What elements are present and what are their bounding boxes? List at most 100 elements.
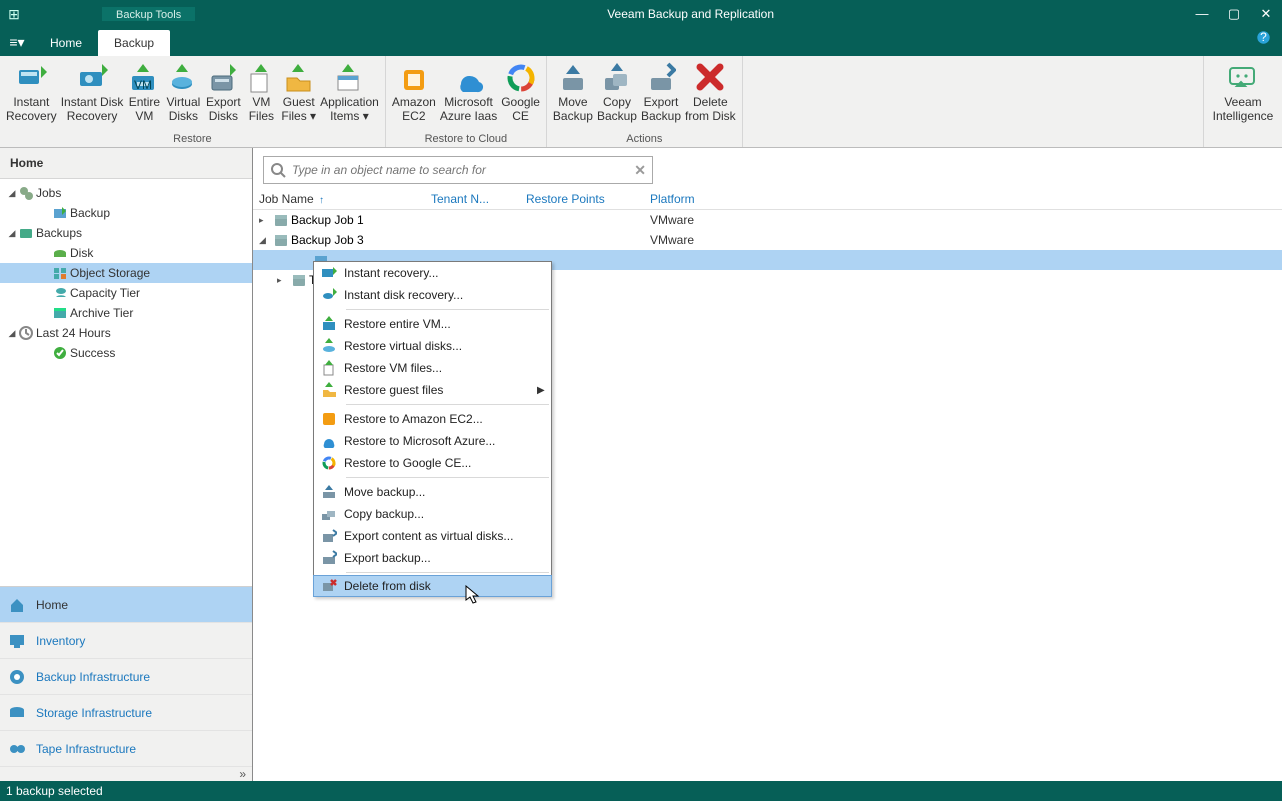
nav-panel-backup_infra[interactable]: Backup Infrastructure	[0, 659, 252, 695]
google-ce-button[interactable]: GoogleCE	[499, 58, 542, 133]
nav-panel-label: Backup Infrastructure	[36, 670, 150, 684]
menu-item-instant-disk-recovery[interactable]: Instant disk recovery...	[314, 284, 551, 306]
maximize-button[interactable]: ▢	[1218, 0, 1250, 28]
qat-icon[interactable]: ⊞	[0, 2, 28, 26]
copy-backup-button[interactable]: CopyBackup	[595, 58, 639, 133]
menu-item-restore-virtual-disks[interactable]: Restore virtual disks...	[314, 335, 551, 357]
instant-recovery-icon	[15, 62, 47, 94]
col-tenant[interactable]: Tenant N...	[431, 192, 526, 206]
tree-item-jobs[interactable]: ◢Jobs	[0, 183, 252, 203]
tree-label: Backups	[36, 226, 82, 240]
idisk-icon	[314, 284, 344, 306]
nav-tree[interactable]: ◢JobsBackup◢BackupsDisk Object Storage Cap…	[0, 179, 252, 586]
tree-label: Archive Tier	[70, 306, 133, 320]
instant-recovery-button[interactable]: InstantRecovery	[4, 58, 59, 133]
instant-disk-recovery-button[interactable]: Instant DiskRecovery	[59, 58, 126, 133]
menu-item-restore-to-amazon-ec[interactable]: Restore to Amazon EC2...	[314, 408, 551, 430]
azure-iaas-icon	[453, 62, 485, 94]
menu-item-restore-to-microsoft-azure[interactable]: Restore to Microsoft Azure...	[314, 430, 551, 452]
capacity-icon	[52, 285, 70, 301]
entire-vm-button[interactable]: VM EntireVM	[125, 58, 163, 133]
sort-asc-icon: ↑	[319, 195, 324, 206]
move-backup-button[interactable]: MoveBackup	[551, 58, 595, 133]
nav-panel-tape_infra[interactable]: Tape Infrastructure	[0, 731, 252, 767]
tree-item-object-storage[interactable]: Object Storage	[0, 263, 252, 283]
grid-row[interactable]: ▸Backup Job 1	[253, 210, 1282, 230]
move-backup-icon	[557, 62, 589, 94]
menu-item-copy-backup[interactable]: Copy backup...	[314, 503, 551, 525]
tree-label: Last 24 Hours	[36, 326, 111, 340]
objstore-icon	[52, 265, 70, 281]
google-ce-icon	[505, 62, 537, 94]
tab-home[interactable]: Home	[34, 30, 98, 56]
menu-separator	[346, 309, 549, 310]
storage_infra-icon	[8, 704, 28, 722]
guest-files-button[interactable]: GuestFiles ▾	[279, 58, 318, 133]
menu-item-restore-to-google-ce[interactable]: Restore to Google CE...	[314, 452, 551, 474]
backup_infra-icon	[8, 668, 28, 686]
menu-item-label: Restore virtual disks...	[344, 339, 551, 353]
col-restore-points[interactable]: Restore Points	[526, 192, 650, 206]
export-disks-button[interactable]: ExportDisks	[203, 58, 243, 133]
menu-item-restore-vm-files[interactable]: Restore VM files...	[314, 357, 551, 379]
export-backup-icon	[645, 62, 677, 94]
menu-item-delete-from-disk[interactable]: Delete from disk	[313, 575, 552, 597]
inventory-icon	[8, 632, 28, 650]
grid-column-headers[interactable]: Job Name ↑ Tenant N... Restore Points Pl…	[253, 188, 1282, 210]
col-platform[interactable]: Platform	[650, 192, 790, 206]
search-box[interactable]: ✕	[263, 156, 653, 184]
tree-label: Object Storage	[70, 266, 150, 280]
job-name: Backup Job 1	[291, 213, 364, 227]
grid-row[interactable]: ◢Backup Job 3	[253, 230, 1282, 250]
menu-item-restore-entire-vm[interactable]: Restore entire VM...	[314, 313, 551, 335]
azure-iaas-button[interactable]: MicrosoftAzure Iaas	[438, 58, 499, 133]
menu-item-move-backup[interactable]: Move backup...	[314, 481, 551, 503]
tree-item-backups[interactable]: ◢Backups	[0, 223, 252, 243]
menu-separator	[346, 404, 549, 405]
window-title: Veeam Backup and Replication	[195, 0, 1186, 28]
nav-panel-inventory[interactable]: Inventory	[0, 623, 252, 659]
menu-separator	[346, 572, 549, 573]
tree-item-last-24-hours[interactable]: ◢Last 24 Hours	[0, 323, 252, 343]
tree-item-backup[interactable]: Backup	[0, 203, 252, 223]
col-jobname[interactable]: Job Name ↑	[259, 192, 431, 206]
svg-text:VM: VM	[134, 78, 152, 92]
backup-tools-tab[interactable]: Backup Tools	[102, 7, 195, 21]
nav-panel-home[interactable]: Home	[0, 587, 252, 623]
copy-backup-icon	[601, 62, 633, 94]
ribbon-group-restore-cloud: AmazonEC2 MicrosoftAzure Iaas GoogleCE R…	[386, 56, 547, 147]
job-icon	[273, 232, 291, 248]
virtual-disks-button[interactable]: VirtualDisks	[163, 58, 203, 133]
del-icon	[314, 576, 344, 596]
application-items-button[interactable]: ApplicationItems ▾	[318, 58, 381, 133]
tree-item-success[interactable]: Success	[0, 343, 252, 363]
search-input[interactable]	[286, 163, 634, 177]
nav-collapse-chevron[interactable]: »	[0, 767, 252, 781]
menu-item-export-backup[interactable]: Export backup...	[314, 547, 551, 569]
help-button[interactable]: ?	[1256, 30, 1282, 56]
svg-text:?: ?	[1260, 30, 1267, 44]
menu-item-restore-guest-files[interactable]: Restore guest files▶	[314, 379, 551, 401]
amazon-ec2-button[interactable]: AmazonEC2	[390, 58, 438, 133]
menu-item-export-content-as-virtual-disks[interactable]: Export content as virtual disks...	[314, 525, 551, 547]
nav-panel-label: Storage Infrastructure	[36, 706, 152, 720]
file-menu-button[interactable]: ≡▾	[0, 28, 34, 56]
context-menu[interactable]: Instant recovery...Instant disk recovery…	[313, 261, 552, 597]
vm-files-button[interactable]: VMFiles	[243, 58, 279, 133]
status-bar: 1 backup selected	[0, 781, 1282, 801]
tree-item-disk[interactable]: Disk	[0, 243, 252, 263]
veeam-intelligence-button[interactable]: VeeamIntelligence	[1208, 58, 1278, 133]
nav-panel-storage_infra[interactable]: Storage Infrastructure	[0, 695, 252, 731]
export-backup-button[interactable]: ExportBackup	[639, 58, 683, 133]
tree-item-capacity-tier[interactable]: Capacity Tier	[0, 283, 252, 303]
menu-item-instant-recovery[interactable]: Instant recovery...	[314, 262, 551, 284]
tree-item-archive-tier[interactable]: Archive Tier	[0, 303, 252, 323]
ec2-icon	[314, 408, 344, 430]
close-button[interactable]: ✕	[1250, 0, 1282, 28]
clear-search-icon[interactable]: ✕	[634, 162, 646, 179]
tab-backup[interactable]: Backup	[98, 30, 170, 56]
minimize-button[interactable]: —	[1186, 0, 1218, 28]
delete-from-disk-button[interactable]: Deletefrom Disk	[683, 58, 738, 133]
move-icon	[314, 481, 344, 503]
ribbon-group-actions: MoveBackup CopyBackup ExportBackup Delet…	[547, 56, 743, 147]
